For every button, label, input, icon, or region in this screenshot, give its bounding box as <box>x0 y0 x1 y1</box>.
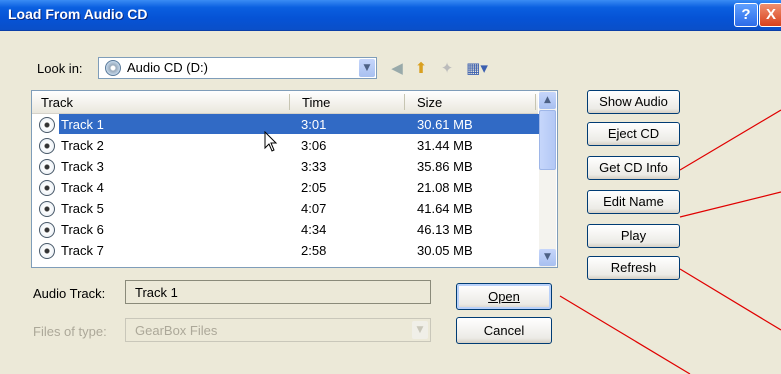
callout-lines <box>559 109 781 374</box>
callout-line-open <box>559 295 691 374</box>
callout-line-get-cd-info <box>679 109 781 171</box>
callout-line-refresh <box>679 268 781 331</box>
callout-line-edit-name <box>679 191 781 218</box>
